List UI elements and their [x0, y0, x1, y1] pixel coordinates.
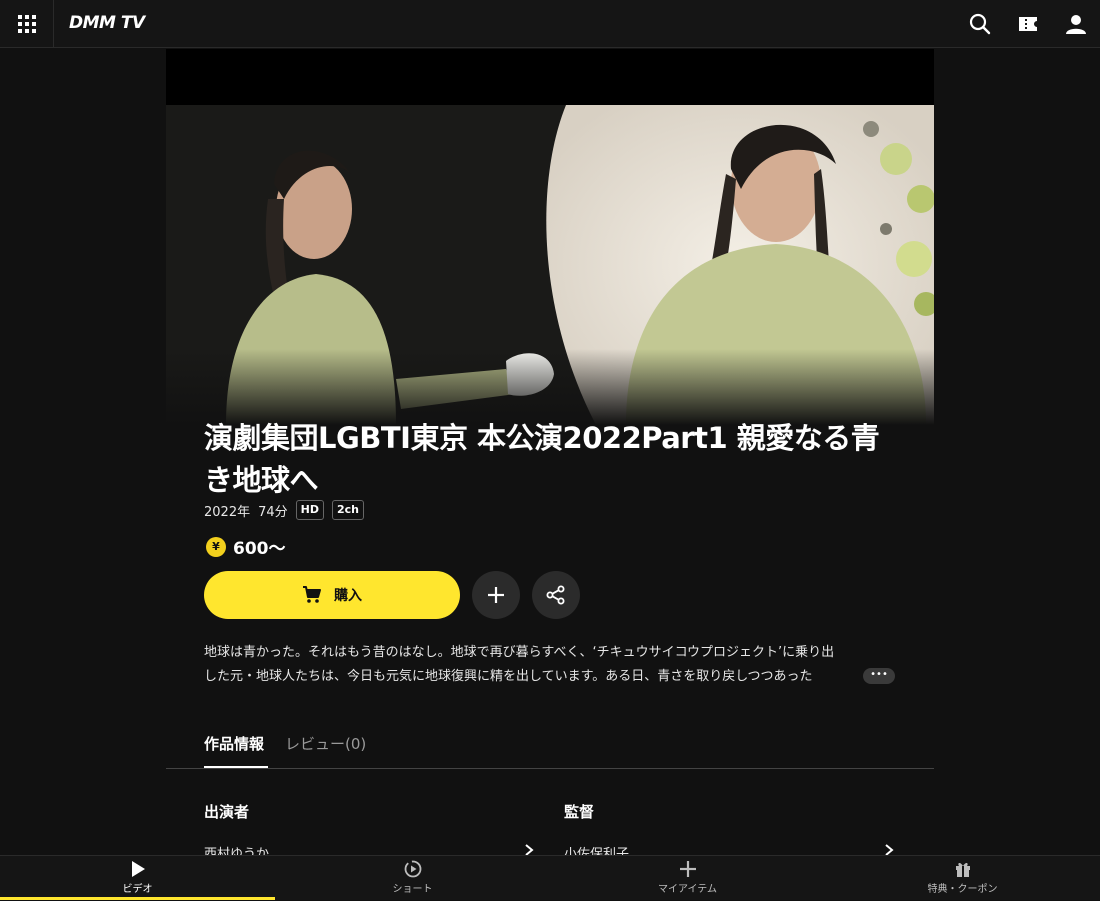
- nav-benefits-coupons[interactable]: 特典・クーポン: [825, 856, 1100, 901]
- yen-coin-icon: ¥: [206, 536, 226, 557]
- buy-button[interactable]: 購入: [204, 571, 460, 619]
- director-heading: 監督: [564, 803, 595, 821]
- top-header: DMM TV: [0, 0, 1100, 48]
- shorts-icon: [404, 860, 421, 878]
- apps-grid-button[interactable]: [0, 0, 54, 47]
- tab-reviews[interactable]: レビュー(0): [285, 733, 366, 754]
- release-year: 2022年: [204, 504, 251, 520]
- tab-work-info[interactable]: 作品情報: [204, 733, 264, 754]
- add-to-list-button[interactable]: [472, 571, 520, 619]
- nav-video[interactable]: ビデオ: [0, 856, 275, 901]
- description-line-1: 地球は青かった。それはもう昔のはなし。地球で再び暮らすべく、‘チキュウサイコウプ…: [204, 645, 835, 660]
- video-title: 演劇集団LGBTI東京 本公演2022Part1 親愛なる青き地球へ: [204, 421, 880, 497]
- description-more-button[interactable]: •••: [863, 668, 895, 684]
- nav-my-items-label: マイアイテム: [658, 884, 717, 895]
- active-tab-indicator: [204, 766, 268, 768]
- play-icon: [131, 861, 145, 877]
- cast-heading: 出演者: [204, 803, 250, 821]
- apps-grid-icon: [17, 14, 36, 33]
- ticket-icon: [1019, 17, 1037, 31]
- description-line-2: した元・地球人たちは、今日も元気に地球復興に精を出しています。ある日、青さを取り…: [204, 669, 813, 684]
- duration: 74分: [258, 504, 288, 520]
- hero-image: [166, 49, 934, 425]
- director-name: 小佐保利子: [564, 847, 630, 855]
- chevron-right-icon: [885, 844, 894, 855]
- cast-item[interactable]: 西村ゆうか: [204, 843, 534, 855]
- cart-icon: [303, 586, 321, 603]
- price-value: 600〜: [233, 539, 286, 559]
- bottom-nav: ビデオ ショート マイアイテム 特典・クーポン: [0, 855, 1100, 900]
- dmm-tv-logo[interactable]: DMM TV: [69, 13, 145, 33]
- share-button[interactable]: [532, 571, 580, 619]
- plus-icon: [679, 861, 696, 877]
- search-button[interactable]: [966, 10, 994, 38]
- price: ¥ 600〜: [206, 534, 286, 559]
- account-button[interactable]: [1062, 10, 1090, 38]
- nav-benefits-label: 特典・クーポン: [927, 884, 998, 895]
- share-icon: [546, 585, 565, 605]
- nav-short-label: ショート: [392, 884, 433, 895]
- nav-short[interactable]: ショート: [275, 856, 550, 901]
- description: 地球は青かった。それはもう昔のはなし。地球で再び暮らすべく、‘チキュウサイコウプ…: [204, 641, 904, 689]
- user-icon: [1066, 15, 1086, 34]
- plus-icon: [488, 587, 504, 603]
- gift-icon: [955, 862, 970, 877]
- cast-name: 西村ゆうか: [204, 847, 270, 855]
- info-tabs: 作品情報 レビュー(0): [166, 721, 934, 769]
- chevron-right-icon: [525, 844, 534, 855]
- ticket-button[interactable]: [1014, 10, 1042, 38]
- search-icon: [969, 13, 991, 35]
- audio-channel-badge: 2ch: [331, 500, 364, 520]
- video-meta: 2022年 74分 HD 2ch: [204, 500, 364, 520]
- director-item[interactable]: 小佐保利子: [564, 843, 894, 855]
- buy-button-label: 購入: [334, 588, 362, 604]
- nav-my-items[interactable]: マイアイテム: [550, 856, 825, 901]
- nav-video-label: ビデオ: [122, 884, 153, 895]
- content-area: 演劇集団LGBTI東京 本公演2022Part1 親愛なる青き地球へ 2022年…: [166, 49, 934, 855]
- hd-badge: HD: [295, 500, 324, 520]
